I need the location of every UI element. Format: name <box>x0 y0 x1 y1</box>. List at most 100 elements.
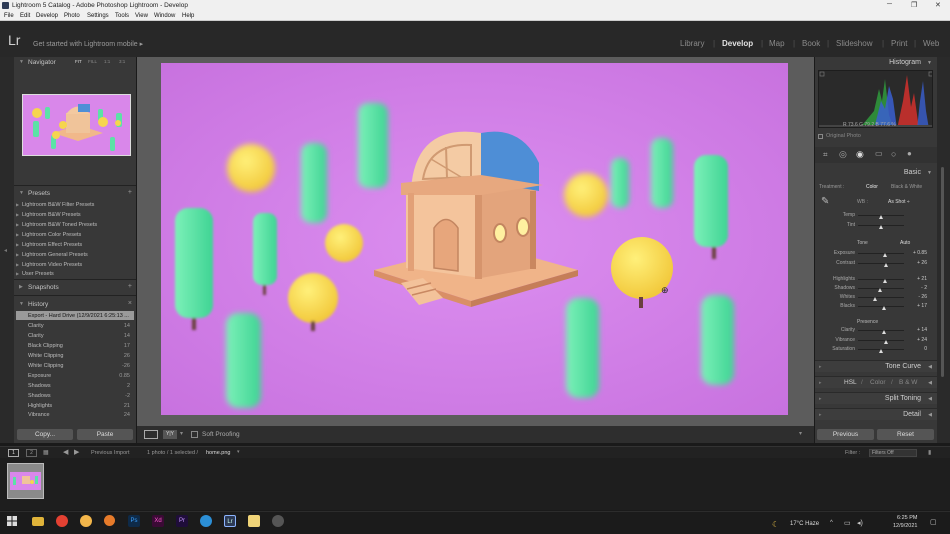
bw-tab[interactable]: B & W <box>899 379 917 386</box>
crop-tool-icon[interactable]: ⌗ <box>823 150 828 160</box>
right-panel-toggle-strip[interactable]: ▸ <box>937 57 950 443</box>
module-slideshow[interactable]: Slideshow <box>836 39 872 48</box>
main-window-button[interactable]: 1 <box>8 449 19 457</box>
history-item[interactable]: Export - Hard Drive (12/9/2021 6:25:13 .… <box>28 313 132 319</box>
slider-handle[interactable] <box>881 330 886 334</box>
auto-tone-button[interactable]: Auto <box>900 240 910 246</box>
file-explorer-icon[interactable] <box>32 517 44 526</box>
original-photo-checkbox[interactable] <box>818 134 823 139</box>
history-item[interactable]: White Clipping 26 <box>28 353 132 359</box>
hsl-header[interactable]: ▸ HSL / Color / B & W ◀ <box>815 376 937 388</box>
tone-curve-header[interactable]: ▸ Tone Curve ◀ <box>815 360 937 372</box>
histogram[interactable] <box>818 70 933 128</box>
adobe-xd-icon[interactable]: Xd <box>152 515 164 527</box>
before-after-icon[interactable]: Y|Y <box>163 430 177 439</box>
spot-removal-icon[interactable]: ◎ <box>839 149 847 160</box>
left-panel-toggle-strip[interactable]: ◂ <box>0 57 14 443</box>
maximize-icon[interactable]: ❐ <box>911 1 917 9</box>
dropdown-arrow-icon[interactable]: ▾ <box>237 449 240 455</box>
slider-track[interactable] <box>858 279 904 280</box>
zoom-3-1[interactable]: 3:1 <box>119 59 125 64</box>
tray-chevron-icon[interactable]: ^ <box>830 520 833 526</box>
collapse-left-icon[interactable]: ◂ <box>4 247 7 254</box>
navigator-header[interactable]: ▼ Navigator FIT FILL 1:1 3:1 <box>14 57 136 67</box>
clear-history-icon[interactable]: × <box>128 300 132 307</box>
slider-handle[interactable] <box>872 297 877 301</box>
menu-help[interactable]: Help <box>182 13 194 19</box>
module-web[interactable]: Web <box>923 39 939 48</box>
presets-header[interactable]: ▼ Presets + <box>14 188 136 198</box>
preset-folder[interactable]: ▶ Lightroom B&W Presets <box>16 212 81 218</box>
treatment-color-option[interactable]: Color <box>866 184 878 190</box>
blender-icon[interactable] <box>104 515 115 526</box>
menu-window[interactable]: Window <box>154 13 175 19</box>
hsl-tab[interactable]: HSL <box>844 379 857 386</box>
preset-folder[interactable]: ▶ Lightroom General Presets <box>16 252 88 258</box>
premiere-icon[interactable]: Pr <box>176 515 188 527</box>
menu-photo[interactable]: Photo <box>64 13 80 19</box>
notification-icon[interactable]: ▢ <box>930 518 937 526</box>
slider-value[interactable]: 0 <box>905 346 927 352</box>
history-item[interactable]: Clarity 14 <box>28 333 132 339</box>
slider-value[interactable]: + 26 <box>905 260 927 266</box>
volume-icon[interactable]: ◂) <box>857 519 863 527</box>
zoom-fill[interactable]: FILL <box>88 59 97 64</box>
slider-track[interactable] <box>858 297 904 298</box>
source-label[interactable]: Previous Import <box>91 450 130 456</box>
navigator-preview[interactable] <box>22 94 131 156</box>
reset-button[interactable]: Reset <box>877 429 934 440</box>
graduated-filter-icon[interactable]: ▭ <box>875 149 883 158</box>
start-icon[interactable] <box>6 515 18 527</box>
weather-text[interactable]: 17°C Haze <box>790 521 819 527</box>
slider-handle[interactable] <box>882 306 887 310</box>
preset-folder[interactable]: ▶ Lightroom Video Presets <box>16 262 82 268</box>
history-item[interactable]: Shadows 2 <box>28 383 132 389</box>
filmstrip-thumbnail-cell[interactable] <box>7 463 44 499</box>
toolbar-menu-icon[interactable]: ▾ <box>799 430 802 437</box>
history-item[interactable]: Exposure 0.85 <box>28 373 132 379</box>
menu-develop[interactable]: Develop <box>36 13 58 19</box>
slider-value[interactable]: + 21 <box>905 276 927 282</box>
history-item[interactable]: Highlights 21 <box>28 403 132 409</box>
preset-folder[interactable]: ▶ Lightroom Color Presets <box>16 232 81 238</box>
history-item[interactable]: Shadows -2 <box>28 393 132 399</box>
history-item[interactable]: Black Clipping 17 <box>28 343 132 349</box>
right-panel-scrollbar[interactable] <box>941 167 944 377</box>
slider-track[interactable] <box>858 340 904 341</box>
minimize-icon[interactable]: ─ <box>887 1 892 8</box>
paint-icon[interactable] <box>248 515 260 527</box>
browser-icon[interactable] <box>80 515 92 527</box>
soft-proofing-checkbox[interactable] <box>191 431 198 438</box>
network-icon[interactable]: ▭ <box>844 519 851 527</box>
main-photo[interactable]: ⊕ <box>161 63 788 415</box>
copy-settings-button[interactable]: Copy... <box>17 429 73 440</box>
second-window-button[interactable]: 2 <box>26 449 37 457</box>
preset-folder[interactable]: ▶ Lightroom Effect Presets <box>16 242 82 248</box>
add-preset-icon[interactable]: + <box>128 189 132 196</box>
menu-tools[interactable]: Tools <box>115 13 129 19</box>
lightroom-taskbar-icon[interactable]: Lr <box>224 515 236 527</box>
radial-filter-icon[interactable]: ○ <box>891 149 896 159</box>
slider-value[interactable]: - 26 <box>905 294 927 300</box>
preset-folder[interactable]: ▶ Lightroom B&W Toned Presets <box>16 222 97 228</box>
zoom-1-1[interactable]: 1:1 <box>104 59 110 64</box>
history-header[interactable]: ▼ History × <box>14 299 136 309</box>
edge-icon[interactable] <box>200 515 212 527</box>
module-develop[interactable]: Develop <box>722 39 753 48</box>
slider-value[interactable]: - 2 <box>905 285 927 291</box>
menu-view[interactable]: View <box>135 13 148 19</box>
slider-handle[interactable] <box>883 279 888 283</box>
white-balance-eyedropper-icon[interactable]: ✎ <box>821 196 829 207</box>
slider-handle[interactable] <box>878 215 883 219</box>
mobile-prompt[interactable]: Get started with Lightroom mobile ▸ <box>33 40 143 48</box>
slider-handle[interactable] <box>882 253 887 257</box>
history-item[interactable]: Clarity 14 <box>28 323 132 329</box>
previous-button[interactable]: Previous <box>817 429 874 440</box>
selected-filename[interactable]: home.png <box>206 450 230 456</box>
detail-header[interactable]: ▸ Detail ◀ <box>815 408 937 420</box>
adjustment-brush-icon[interactable]: ● <box>907 149 912 158</box>
clock-time[interactable]: 6:25 PM <box>897 515 917 521</box>
menu-edit[interactable]: Edit <box>20 13 30 19</box>
filter-dropdown[interactable]: Filters Off <box>869 449 917 457</box>
zoom-fit[interactable]: FIT <box>75 59 82 64</box>
